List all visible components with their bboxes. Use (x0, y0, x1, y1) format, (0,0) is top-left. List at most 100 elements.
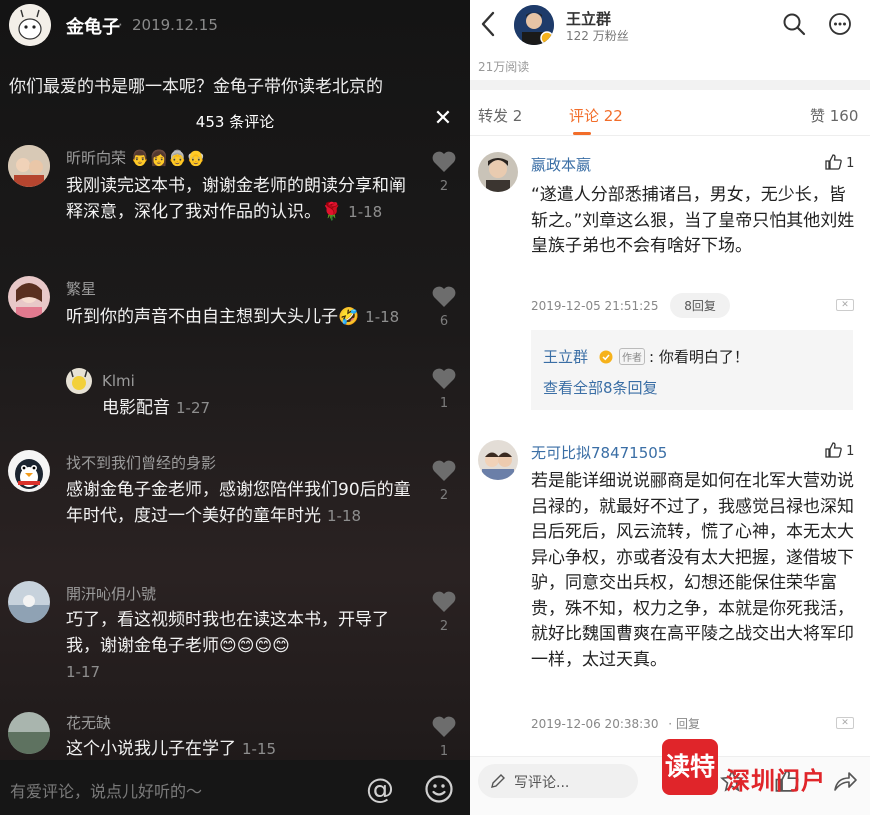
avatar[interactable] (8, 581, 50, 623)
close-icon[interactable]: ✕ (432, 108, 454, 130)
comment-time: 2019-12-06 20:38:30 (531, 717, 659, 731)
thumbs-up-icon (825, 154, 842, 170)
like-count: 2 (439, 488, 449, 503)
comment-username[interactable]: 花无缺 (66, 712, 111, 733)
reply-separator: · (668, 717, 673, 731)
reply-text: 电影配音 1-27 (102, 395, 452, 421)
like-count: 2 (439, 619, 449, 634)
comment-text: 感谢金龟子金老师，感谢您陪伴我们90后的童年时代，度过一个美好的童年时光 1-18 (66, 477, 416, 529)
user-avatar[interactable] (514, 5, 554, 45)
write-comment-input[interactable]: 写评论... (478, 764, 638, 798)
comment-username[interactable]: 嬴政本嬴 (531, 154, 591, 175)
comment-text: 听到你的声音不由自主想到大头儿子🤣 1-18 (66, 304, 416, 330)
comment-text: 若是能详细说说郦商是如何在北军大营劝说吕禄的，就最好不过了，我感觉吕禄也深知吕后… (531, 471, 854, 670)
comment-date: 1-18 (348, 203, 383, 221)
sub-reply-box: 王立群 作者 : 你看明白了！ 查看全部8条回复 (531, 330, 853, 410)
like-count: 1 (439, 744, 449, 759)
heart-icon (432, 151, 456, 172)
like-count: 2 (439, 179, 449, 194)
comment-input[interactable]: 有爱评论，说点儿好听的～ (10, 778, 202, 802)
avatar[interactable] (8, 145, 50, 187)
avatar[interactable] (66, 368, 92, 394)
comment-count: 453 条评论 (195, 113, 275, 131)
tab-like[interactable]: 赞 160 (810, 105, 858, 126)
share-icon[interactable] (832, 769, 858, 797)
separator-dot: · (118, 16, 123, 34)
avatar[interactable] (478, 440, 518, 480)
like-button[interactable]: 2 (431, 591, 457, 634)
write-comment-placeholder: 写评论... (514, 775, 570, 791)
heart-icon (432, 716, 456, 737)
bottom-action-bar: 写评论... 读特 深圳门户 (470, 739, 870, 815)
comment-date: 1-15 (242, 740, 277, 758)
sub-reply-username[interactable]: 王立群 (543, 346, 588, 367)
read-count: 21万阅读 (478, 60, 530, 74)
more-icon[interactable] (828, 12, 852, 40)
comment-body: 听到你的声音不由自主想到大头儿子🤣 (66, 307, 360, 327)
active-tab-indicator (573, 132, 591, 135)
thumbs-up-icon (825, 442, 842, 458)
comment-date: 1-17 (66, 663, 101, 681)
comment-date: 1-18 (365, 308, 400, 326)
like-count: 1 (846, 444, 855, 459)
like-count: 1 (439, 396, 449, 411)
like-button[interactable]: 2 (431, 151, 457, 194)
weibo-comment-panel: 王立群 122 万粉丝 21万阅读 转发 2 评论 22 赞 160 嬴政本嬴 … (470, 0, 870, 815)
reply-button[interactable]: 回复 (676, 717, 700, 731)
avatar[interactable] (8, 712, 50, 754)
comment-meta: 2019-12-05 21:51:25 8回复 (531, 293, 730, 318)
comment-username[interactable]: 開汧吣仴小號 (66, 583, 156, 604)
reply-username[interactable]: Klmi (102, 372, 135, 390)
reply-body: 电影配音 (102, 398, 170, 418)
like-button[interactable]: 2 (431, 460, 457, 503)
mention-icon[interactable]: @ (366, 772, 394, 805)
reply-count-button[interactable]: 8回复 (670, 293, 730, 318)
section-divider (470, 80, 870, 90)
username-text: 昕昕向荣 (66, 149, 127, 167)
heart-icon (432, 591, 456, 612)
comment-username[interactable]: 繁星 (66, 278, 96, 299)
comment-username[interactable]: 找不到我们曾经的身影 (66, 452, 216, 473)
heart-icon (432, 368, 456, 389)
emoji-badges: 👨👩👵👴 (130, 149, 206, 167)
sub-reply-text: : 你看明白了！ (649, 348, 749, 366)
avatar[interactable] (8, 450, 50, 492)
like-button[interactable]: 1 (431, 368, 457, 411)
shenzhen-portal-watermark: 深圳门户 (726, 767, 826, 795)
dute-logo: 读特 (662, 739, 718, 795)
user-name[interactable]: 王立群 (566, 8, 611, 29)
like-button[interactable]: 1 (825, 154, 854, 171)
emoji-icon[interactable] (424, 774, 454, 808)
dismiss-icon[interactable]: ✕ (836, 299, 854, 311)
comment-date: 1-18 (327, 507, 362, 525)
view-all-replies-link[interactable]: 查看全部8条回复 (543, 377, 658, 398)
pencil-icon (491, 774, 505, 788)
like-count: 1 (846, 156, 855, 171)
like-button[interactable]: 6 (431, 286, 457, 329)
heart-icon (432, 286, 456, 307)
dismiss-icon[interactable]: ✕ (836, 717, 854, 729)
comment-text: “遂遣人分部悉捕诸吕，男女，无少长，皆斩之。”刘章这么狠，当了皇帝只怕其他刘姓皇… (531, 185, 855, 256)
tab-repost[interactable]: 转发 2 (478, 105, 522, 126)
like-button[interactable]: 1 (825, 442, 854, 459)
comment-text: 这个小说我儿子在学了 1-15 (66, 736, 416, 762)
comment-username[interactable]: 无可比拟78471505 (531, 442, 667, 463)
comment-meta: 2019-12-06 20:38:30 · 回复 (531, 715, 700, 732)
author-tag: 作者 (619, 348, 645, 365)
like-button[interactable]: 1 (431, 716, 457, 759)
post-header: 金龟子 · 2019.12.15 (0, 0, 470, 52)
author-name[interactable]: 金龟子 (66, 13, 120, 39)
avatar[interactable] (478, 152, 518, 192)
search-icon[interactable] (782, 12, 806, 40)
comment-input-bar: 有爱评论，说点儿好听的～ @ (0, 760, 470, 815)
comment-time: 2019-12-05 21:51:25 (531, 299, 659, 313)
comment-username[interactable]: 昕昕向荣 👨👩👵👴 (66, 147, 206, 168)
fans-count: 122 万粉丝 (566, 29, 629, 43)
author-avatar[interactable] (9, 4, 51, 46)
tab-comment[interactable]: 评论 22 (569, 105, 623, 126)
reply-date: 1-27 (176, 399, 211, 417)
avatar[interactable] (8, 276, 50, 318)
comment-body: 这个小说我儿子在学了 (66, 739, 236, 759)
back-arrow-icon[interactable] (478, 10, 498, 42)
comment-text: 我刚读完这本书，谢谢金老师的朗读分享和阐释深意，深化了我对作品的认识。🌹 1-18 (66, 173, 416, 225)
